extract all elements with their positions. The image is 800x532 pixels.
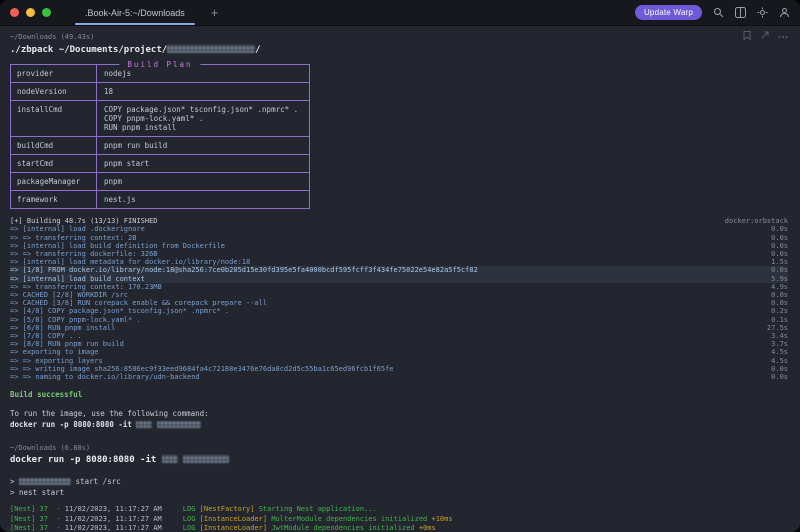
table-row: packageManager pnpm bbox=[11, 172, 309, 190]
docker-step: => [5/8] COPY pnpm-lock.yaml* .0.1s bbox=[10, 316, 788, 324]
docker-step: => [1/8] FROM docker.io/library/node:18@… bbox=[10, 266, 788, 274]
plan-key: provider bbox=[11, 65, 97, 82]
docker-step: => [4/8] COPY package.json* tsconfig.jso… bbox=[10, 307, 788, 315]
plan-value: 18 bbox=[97, 83, 309, 100]
table-row: startCmd pnpm start bbox=[11, 154, 309, 172]
new-tab-button[interactable]: + bbox=[211, 6, 219, 19]
plan-value: COPY package.json* tsconfig.json* .npmrc… bbox=[97, 101, 309, 136]
search-icon[interactable] bbox=[713, 7, 724, 18]
docker-step: => => transferring context: 2B0.0s bbox=[10, 234, 788, 242]
docker-step: => => transferring context: 170.23MB4.9s bbox=[10, 283, 788, 291]
docker-step: => [internal] load .dockerignore0.0s bbox=[10, 225, 788, 233]
tab-title: .Book-Air-5:~/Downloads bbox=[85, 8, 185, 18]
update-warp-button[interactable]: Update Warp bbox=[635, 5, 702, 20]
docker-step: => exporting to image4.5s bbox=[10, 348, 788, 356]
account-icon[interactable] bbox=[779, 7, 790, 18]
docker-context-label: docker:orbstack bbox=[725, 217, 788, 225]
table-row: installCmd COPY package.json* tsconfig.j… bbox=[11, 100, 309, 136]
docker-step: => => writing image sha256:8586ec9f33eed… bbox=[10, 365, 788, 373]
redacted-arg bbox=[136, 421, 152, 428]
docker-step: => [6/8] RUN pnpm install27.5s bbox=[10, 324, 788, 332]
block1-context-row: ~/Downloads (49.43s) bbox=[10, 31, 788, 42]
warp-terminal-window: .Book-Air-5:~/Downloads + Update Warp ~/… bbox=[0, 0, 800, 532]
command-path-prefix: ~/Documents/project/ bbox=[59, 45, 167, 55]
docker-step: => => exporting layers4.5s bbox=[10, 357, 788, 365]
more-options-icon[interactable] bbox=[778, 33, 788, 41]
nest-log-output: [Nest] 37 - 11/02/2023, 11:17:27 AM LOG … bbox=[10, 505, 788, 532]
build-successful-message: Build successful bbox=[10, 390, 788, 399]
split-pane-icon[interactable] bbox=[735, 7, 746, 18]
plan-key: installCmd bbox=[11, 101, 97, 136]
docker-step: => [8/8] RUN pnpm run build3.7s bbox=[10, 340, 788, 348]
build-finished-text: [+] Building 48.7s (13/13) FINISHED bbox=[10, 217, 158, 225]
plan-value: pnpm run build bbox=[97, 137, 309, 154]
terminal-tab[interactable]: .Book-Air-5:~/Downloads bbox=[67, 0, 203, 26]
plan-key: framework bbox=[11, 191, 97, 208]
plan-key: packageManager bbox=[11, 173, 97, 190]
docker-step: => [7/8] COPY . .3.4s bbox=[10, 332, 788, 340]
block1-context: ~/Downloads (49.43s) bbox=[10, 33, 94, 41]
docker-step: => [internal] load build context5.9s bbox=[10, 275, 788, 283]
titlebar-actions: Update Warp bbox=[635, 5, 790, 20]
build-plan-title: Build Plan bbox=[119, 60, 200, 69]
settings-gear-icon[interactable] bbox=[757, 7, 768, 18]
docker-build-header: [+] Building 48.7s (13/13) FINISHED dock… bbox=[10, 217, 788, 225]
build-plan-table: Build Plan provider nodejs nodeVersion 1… bbox=[10, 64, 310, 209]
command-program: ./zbpack bbox=[10, 45, 53, 55]
share-icon[interactable] bbox=[760, 31, 769, 42]
suggested-run-command: docker run -p 8080:8080 -it bbox=[10, 420, 788, 429]
table-row: framework nest.js bbox=[11, 190, 309, 208]
npm-start-line: > start /src bbox=[10, 477, 788, 486]
block-action-icons bbox=[743, 31, 788, 42]
docker-step: => => naming to docker.io/library/udn-ba… bbox=[10, 373, 788, 381]
bookmark-icon[interactable] bbox=[743, 31, 751, 42]
redacted-arg bbox=[162, 455, 178, 463]
minimize-window-button[interactable] bbox=[26, 8, 35, 17]
redacted-package-name bbox=[19, 478, 71, 485]
window-controls bbox=[10, 8, 51, 17]
nest-log-line: [Nest] 37 - 11/02/2023, 11:17:27 AM LOG … bbox=[10, 524, 788, 532]
nest-log-line: [Nest] 37 - 11/02/2023, 11:17:27 AM LOG … bbox=[10, 505, 788, 514]
plan-key: startCmd bbox=[11, 155, 97, 172]
redacted-project-name bbox=[167, 45, 255, 53]
docker-step: => [internal] load build definition from… bbox=[10, 242, 788, 250]
redacted-image-name bbox=[183, 455, 229, 463]
docker-step: => CACHED [2/8] WORKDIR /src0.0s bbox=[10, 291, 788, 299]
table-row: nodeVersion 18 bbox=[11, 82, 309, 100]
docker-step: => [internal] load metadata for docker.i… bbox=[10, 258, 788, 266]
docker-step: => CACHED [3/8] RUN corepack enable && c… bbox=[10, 299, 788, 307]
table-row: buildCmd pnpm run build bbox=[11, 136, 309, 154]
zbpack-command-line: ./zbpack ~/Documents/project/ / bbox=[10, 45, 788, 55]
plan-value: pnpm bbox=[97, 173, 309, 190]
command-path-suffix: / bbox=[255, 45, 260, 55]
plan-key: buildCmd bbox=[11, 137, 97, 154]
redacted-image-name bbox=[157, 421, 201, 428]
close-window-button[interactable] bbox=[10, 8, 19, 17]
plan-value: pnpm start bbox=[97, 155, 309, 172]
docker-run-command-line: docker run -p 8080:8080 -it bbox=[10, 455, 788, 465]
block2-context: ~/Downloads (6.88s) bbox=[10, 444, 788, 452]
plan-value: nest.js bbox=[97, 191, 309, 208]
maximize-window-button[interactable] bbox=[42, 8, 51, 17]
run-image-hint: To run the image, use the following comm… bbox=[10, 409, 788, 418]
docker-step: => => transferring dockerfile: 326B0.0s bbox=[10, 250, 788, 258]
titlebar: .Book-Air-5:~/Downloads + Update Warp bbox=[0, 0, 800, 26]
plan-key: nodeVersion bbox=[11, 83, 97, 100]
terminal-content: ~/Downloads (49.43s) ./zbpack ~/Document… bbox=[0, 26, 800, 532]
nest-start-line: > nest start bbox=[10, 488, 788, 497]
nest-log-line: [Nest] 37 - 11/02/2023, 11:17:27 AM LOG … bbox=[10, 515, 788, 524]
